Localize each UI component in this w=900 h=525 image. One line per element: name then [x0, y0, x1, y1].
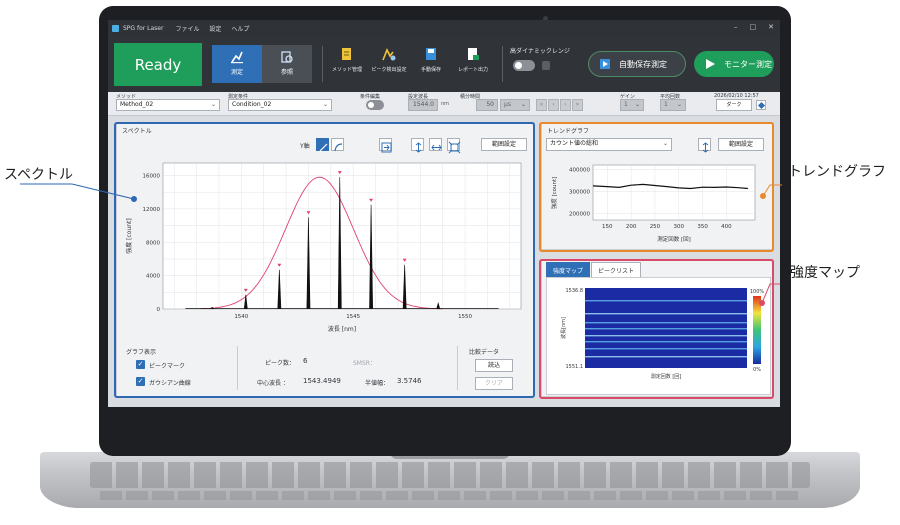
trend-callout: トレンドグラフ	[788, 164, 886, 180]
callout-leader-lines	[20, 183, 782, 306]
trend-leader-line	[762, 184, 782, 197]
intensity-callout: 強度マップ	[790, 265, 860, 281]
laptop-mockup: SPG for Laser ファイル 設定 ヘルプ – □ ✕ Ready 測定…	[0, 0, 900, 525]
intensity-leader-dot	[759, 300, 765, 306]
spectrum-leader-line	[20, 183, 135, 200]
spectrum-leader-dot	[131, 196, 137, 202]
intensity-leader-line	[761, 283, 780, 304]
trend-leader-dot	[760, 193, 766, 199]
